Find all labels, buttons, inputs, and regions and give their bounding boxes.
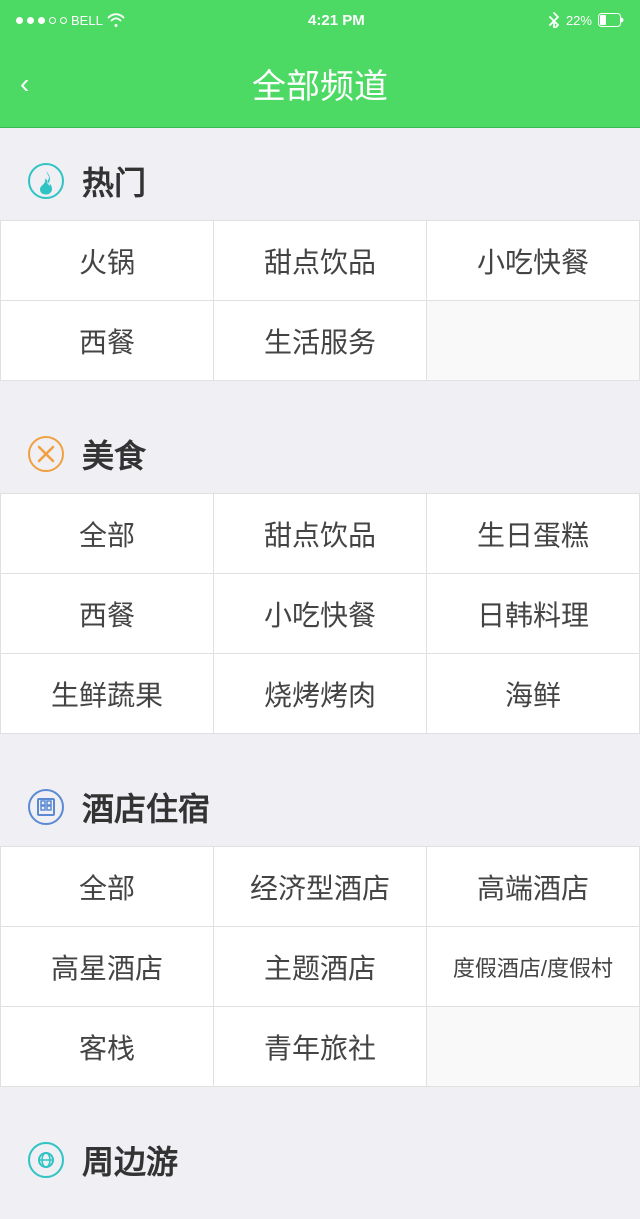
food-item-5[interactable]: 日韩料理 <box>427 574 640 654</box>
hotel-item-6[interactable]: 客栈 <box>1 1007 214 1087</box>
hot-item-empty <box>427 301 640 381</box>
battery-percentage: 22% <box>566 13 592 28</box>
section-travel-header: 周边游 <box>0 1127 640 1199</box>
back-button[interactable]: ‹ <box>20 68 29 100</box>
bluetooth-icon <box>548 12 560 28</box>
section-travel-title: 周边游 <box>82 1137 178 1183</box>
section-hotel-header: 酒店住宿 <box>0 774 640 846</box>
status-time: 4:21 PM <box>308 12 365 29</box>
content-area: 热门 火锅 甜点饮品 小吃快餐 西餐 生活服务 美食 全部 甜点饮品 <box>0 128 640 1219</box>
section-hot: 热门 火锅 甜点饮品 小吃快餐 西餐 生活服务 <box>0 128 640 381</box>
hot-item-0[interactable]: 火锅 <box>1 221 214 301</box>
divider-3 <box>0 1087 640 1107</box>
section-hot-header: 热门 <box>0 148 640 220</box>
food-item-1[interactable]: 甜点饮品 <box>214 494 427 574</box>
section-food-header: 美食 <box>0 421 640 493</box>
hot-grid: 火锅 甜点饮品 小吃快餐 西餐 生活服务 <box>0 220 640 381</box>
food-item-0[interactable]: 全部 <box>1 494 214 574</box>
wifi-icon <box>107 13 125 27</box>
food-icon <box>24 432 68 476</box>
hotel-item-5[interactable]: 度假酒店/度假村 <box>427 927 640 1007</box>
carrier-label: BELL <box>71 13 103 28</box>
status-bar: BELL 4:21 PM 22% <box>0 0 640 40</box>
travel-icon <box>24 1138 68 1182</box>
hotel-item-0[interactable]: 全部 <box>1 847 214 927</box>
food-item-8[interactable]: 海鲜 <box>427 654 640 734</box>
hotel-icon <box>24 785 68 829</box>
nav-bar: ‹ 全部频道 <box>0 40 640 128</box>
page-title: 全部频道 <box>252 59 388 108</box>
signal-dot-3 <box>38 17 45 24</box>
food-grid: 全部 甜点饮品 生日蛋糕 西餐 小吃快餐 日韩料理 生鲜蔬果 烧烤烤肉 海鲜 <box>0 493 640 734</box>
hotel-item-3[interactable]: 高星酒店 <box>1 927 214 1007</box>
hot-icon <box>24 159 68 203</box>
hot-item-2[interactable]: 小吃快餐 <box>427 221 640 301</box>
hotel-grid: 全部 经济型酒店 高端酒店 高星酒店 主题酒店 度假酒店/度假村 客栈 青年旅社 <box>0 846 640 1087</box>
hotel-item-empty <box>427 1007 640 1087</box>
section-travel: 周边游 <box>0 1107 640 1219</box>
signal-dot-2 <box>27 17 34 24</box>
status-right: 22% <box>548 12 624 28</box>
battery-icon <box>598 13 624 27</box>
food-item-4[interactable]: 小吃快餐 <box>214 574 427 654</box>
hotel-item-2[interactable]: 高端酒店 <box>427 847 640 927</box>
divider-2 <box>0 734 640 754</box>
hotel-item-4[interactable]: 主题酒店 <box>214 927 427 1007</box>
food-item-3[interactable]: 西餐 <box>1 574 214 654</box>
section-hot-title: 热门 <box>82 158 146 204</box>
food-item-6[interactable]: 生鲜蔬果 <box>1 654 214 734</box>
hotel-item-7[interactable]: 青年旅社 <box>214 1007 427 1087</box>
hot-item-1[interactable]: 甜点饮品 <box>214 221 427 301</box>
hot-item-4[interactable]: 生活服务 <box>214 301 427 381</box>
section-hotel-title: 酒店住宿 <box>82 784 210 830</box>
divider-1 <box>0 381 640 401</box>
status-left: BELL <box>16 13 125 28</box>
signal-dot-5 <box>60 17 67 24</box>
section-food-title: 美食 <box>82 431 146 477</box>
signal-dot-4 <box>49 17 56 24</box>
hotel-item-1[interactable]: 经济型酒店 <box>214 847 427 927</box>
section-food: 美食 全部 甜点饮品 生日蛋糕 西餐 小吃快餐 日韩料理 生鲜蔬果 烧烤烤肉 海… <box>0 401 640 734</box>
section-hotel: 酒店住宿 全部 经济型酒店 高端酒店 高星酒店 主题酒店 度假酒店/度假村 客栈… <box>0 754 640 1087</box>
food-item-7[interactable]: 烧烤烤肉 <box>214 654 427 734</box>
signal-dot-1 <box>16 17 23 24</box>
food-item-2[interactable]: 生日蛋糕 <box>427 494 640 574</box>
hot-item-3[interactable]: 西餐 <box>1 301 214 381</box>
